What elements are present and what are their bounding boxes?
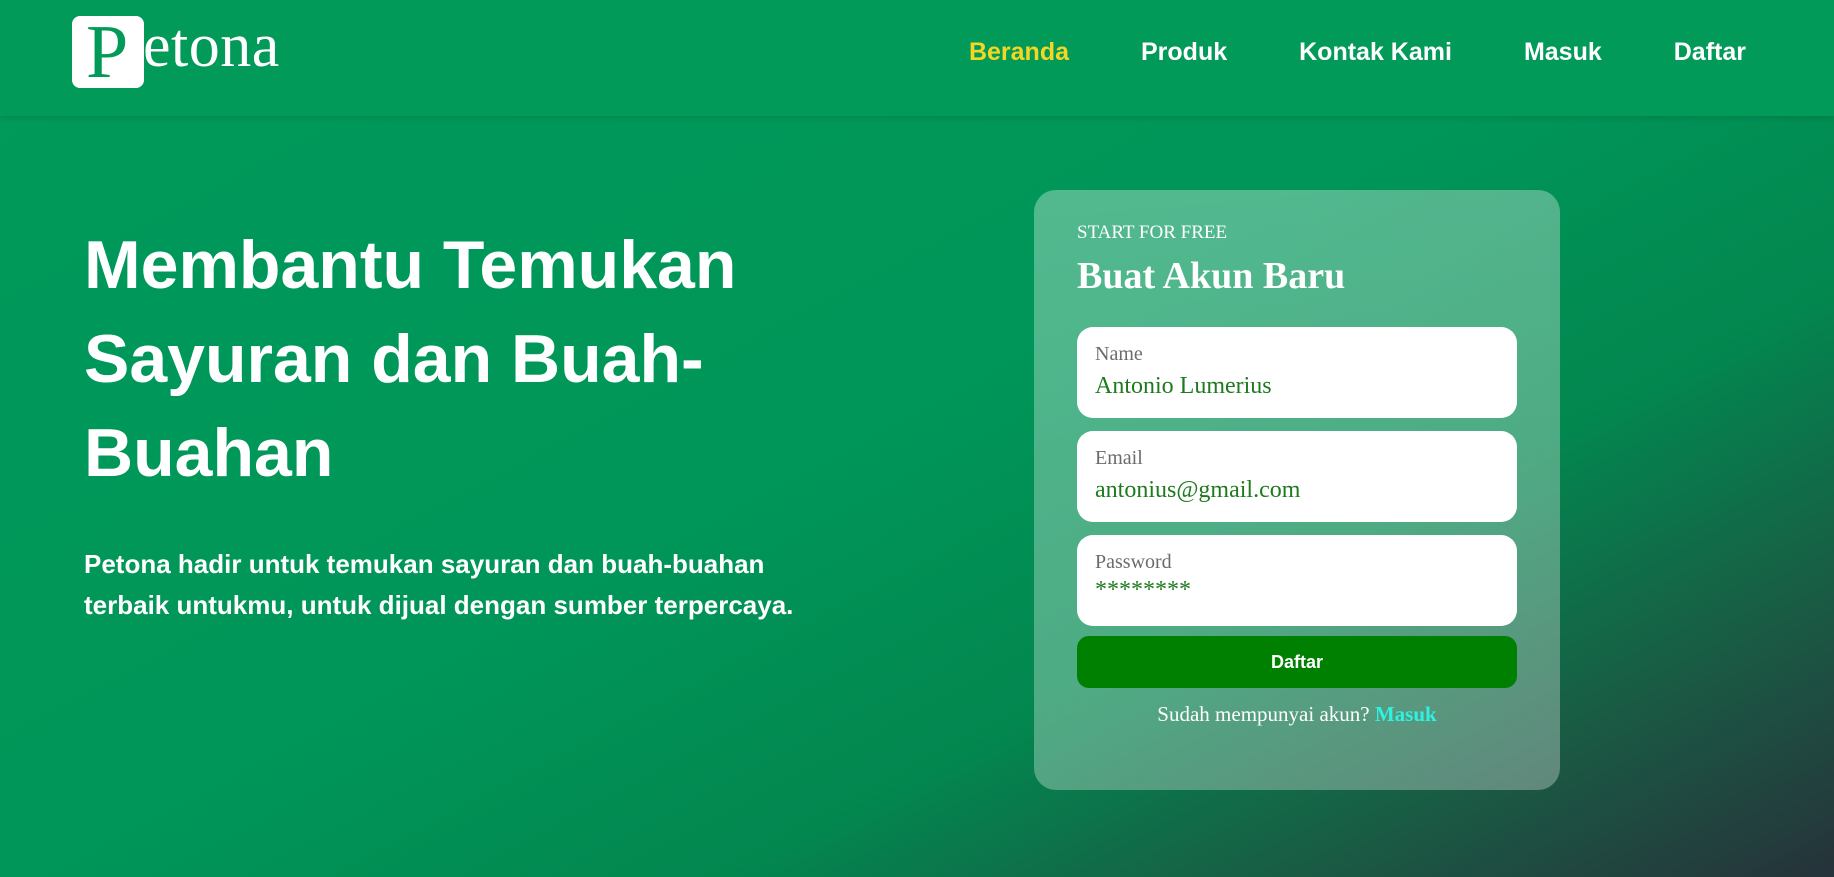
hero-title: Membantu Temukan Sayuran dan Buah-Buahan: [84, 227, 737, 491]
hero-description: Petona hadir untuk temukan sayuran dan b…: [84, 549, 794, 620]
email-field[interactable]: Email: [1077, 431, 1517, 522]
password-field[interactable]: Password: [1077, 535, 1517, 626]
email-input[interactable]: [1095, 477, 1495, 504]
signup-eyebrow: START FOR FREE: [1077, 222, 1228, 243]
navbar: P Petona Beranda Produk Kontak Kami Masu…: [0, 0, 1834, 116]
nav-item-beranda[interactable]: Beranda: [969, 38, 1069, 67]
name-label: Name: [1095, 343, 1143, 365]
brand-logo[interactable]: P Petona: [72, 8, 312, 92]
signup-submit-button[interactable]: Daftar: [1077, 636, 1517, 688]
nav-item-daftar[interactable]: Daftar: [1674, 38, 1746, 67]
login-prompt-text: Sudah mempunyai akun?: [1157, 702, 1370, 726]
login-link[interactable]: Masuk: [1375, 702, 1437, 726]
name-field[interactable]: Name: [1077, 327, 1517, 418]
nav-menu: Beranda Produk Kontak Kami Masuk Daftar: [969, 38, 1746, 67]
nav-item-kontak-kami[interactable]: Kontak Kami: [1299, 38, 1452, 67]
nav-item-masuk[interactable]: Masuk: [1524, 38, 1602, 67]
name-input[interactable]: [1095, 373, 1495, 400]
logo-wordmark-rest: etona: [142, 12, 280, 80]
email-label: Email: [1095, 447, 1143, 469]
password-label: Password: [1095, 551, 1172, 573]
password-input[interactable]: [1095, 577, 1495, 604]
signup-card: START FOR FREE Buat Akun Baru Name Email…: [1034, 190, 1560, 790]
signup-title: Buat Akun Baru: [1077, 255, 1346, 297]
login-prompt: Sudah mempunyai akun? Masuk: [1034, 702, 1560, 727]
nav-item-produk[interactable]: Produk: [1141, 38, 1227, 67]
logo-wordmark: Petona: [72, 8, 312, 84]
